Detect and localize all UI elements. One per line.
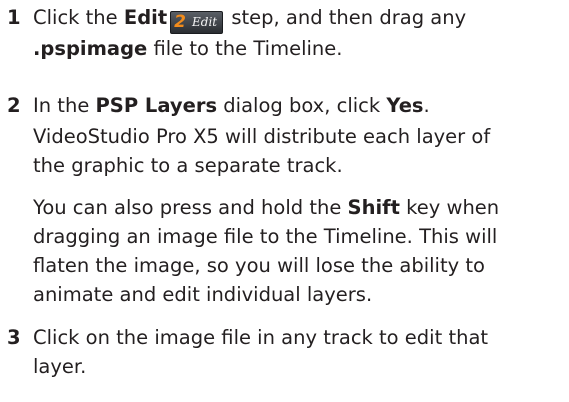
step-3-text: Click on the image file in any track to … — [33, 326, 489, 378]
edit-step-icon: 2 Edit — [170, 11, 224, 34]
shift-key-label: Shift — [347, 196, 400, 219]
instruction-document: 1 Click the Edit 2 Edit step, and then dra… — [0, 0, 569, 402]
dialog-name: PSP Layers — [95, 94, 218, 117]
step-number: 2 — [7, 94, 21, 117]
step-2-note-shift: You can also press and hold the Shift ke… — [33, 196, 500, 306]
file-extension: .pspimage — [33, 37, 148, 60]
step-1-text: Click the Edit 2 Edit step, and then drag … — [33, 6, 467, 60]
step-2-text: In the PSP Layers dialog box, click Yes. — [33, 94, 430, 117]
step-2-note-distribute: VideoStudio Pro X5 will distribute each … — [33, 125, 491, 177]
yes-label: Yes — [386, 94, 424, 117]
edit-step-label: Edit — [123, 6, 168, 29]
step-number: 3 — [7, 326, 21, 349]
step-number: 1 — [7, 6, 21, 29]
